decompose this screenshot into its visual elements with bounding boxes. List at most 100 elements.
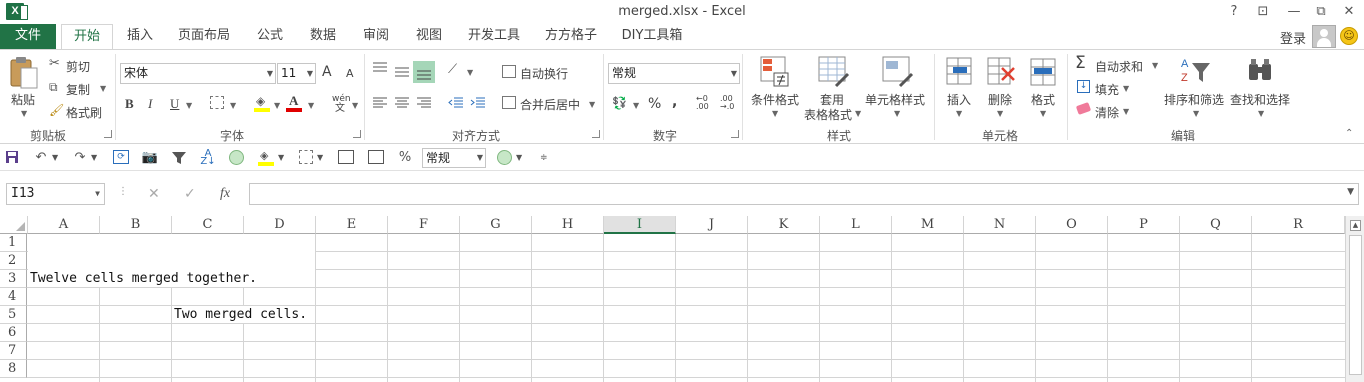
align-middle-icon[interactable] — [394, 66, 410, 78]
select-all-corner[interactable] — [0, 216, 28, 234]
format-cells-icon[interactable] — [368, 150, 384, 164]
redo-dropdown-icon[interactable]: ▼ — [91, 150, 97, 166]
comma-button[interactable]: , — [672, 94, 677, 110]
grow-font-button[interactable]: A — [322, 64, 332, 80]
column-header[interactable]: J — [676, 216, 748, 234]
scrollbar-thumb[interactable] — [1349, 235, 1362, 375]
formula-input[interactable]: ▼ — [249, 183, 1359, 205]
font-name-combo[interactable]: 宋体 ▼ — [120, 63, 276, 84]
column-header[interactable]: L — [820, 216, 892, 234]
font-color-dropdown-icon[interactable]: ▼ — [308, 101, 314, 110]
cancel-entry-button[interactable]: ✕ — [148, 186, 160, 202]
orientation-icon[interactable]: ⟋ — [448, 62, 457, 77]
align-bottom-icon[interactable] — [413, 61, 435, 83]
borders-dropdown-icon[interactable]: ▼ — [230, 101, 236, 110]
shrink-font-button[interactable]: A — [346, 67, 354, 80]
number-format-combo[interactable]: 常规 ▼ — [608, 63, 740, 84]
tab-fangfang[interactable]: 方方格子 — [539, 24, 603, 49]
column-header[interactable]: E — [316, 216, 388, 234]
minimize-icon[interactable]: — — [1285, 3, 1303, 21]
insert-function-button[interactable]: fx — [220, 186, 230, 202]
refresh-icon[interactable]: ⟳ — [113, 150, 129, 164]
column-header[interactable]: F — [388, 216, 460, 234]
column-header[interactable]: H — [532, 216, 604, 234]
avatar[interactable] — [1312, 25, 1336, 48]
expand-formula-bar-icon[interactable]: ▼ — [1347, 187, 1354, 197]
undo-dropdown-icon[interactable]: ▼ — [52, 150, 58, 166]
save-icon[interactable] — [5, 150, 19, 166]
column-header-selected[interactable]: I — [604, 216, 676, 234]
currency-icon[interactable]: 💱 — [612, 96, 627, 110]
font-launcher-icon[interactable] — [353, 130, 361, 138]
column-header[interactable]: Q — [1180, 216, 1252, 234]
align-center-icon[interactable] — [394, 97, 410, 109]
name-box[interactable]: I13 ▼ — [6, 183, 105, 205]
number-launcher-icon[interactable] — [731, 130, 739, 138]
percent-button[interactable]: % — [648, 96, 661, 112]
fill-color-icon[interactable]: ◈ — [254, 94, 270, 112]
column-header[interactable]: O — [1036, 216, 1108, 234]
shape-dropdown-icon[interactable]: ▼ — [516, 150, 522, 166]
decrease-indent-icon[interactable] — [448, 97, 464, 109]
row-header[interactable]: 2 — [0, 252, 27, 270]
font-color-button[interactable]: A — [286, 93, 302, 112]
filter-icon[interactable] — [171, 150, 187, 166]
login-link[interactable]: 登录 — [1280, 28, 1306, 47]
tab-page-layout[interactable]: 页面布局 — [172, 24, 236, 49]
increase-indent-icon[interactable] — [470, 97, 486, 109]
orientation-dropdown-icon[interactable]: ▼ — [467, 68, 473, 77]
borders-dropdown-icon[interactable]: ▼ — [317, 150, 323, 166]
phonetic-button[interactable]: wén 文 — [332, 94, 351, 114]
align-top-icon[interactable] — [372, 62, 388, 74]
tab-view[interactable]: 视图 — [409, 24, 449, 49]
decrease-decimal-icon[interactable]: .00 →.0 — [720, 95, 734, 111]
color-circle-icon[interactable] — [229, 150, 244, 165]
underline-dropdown-icon[interactable]: ▼ — [186, 101, 192, 110]
column-header[interactable]: B — [100, 216, 172, 234]
sort-az-icon[interactable]: A Z↓ — [199, 149, 217, 167]
confirm-entry-button[interactable]: ✓ — [184, 186, 196, 202]
redo-icon[interactable]: ↷ — [72, 150, 88, 166]
column-header[interactable]: C — [172, 216, 244, 234]
align-left-icon[interactable] — [372, 97, 388, 109]
tab-file[interactable]: 文件 — [0, 24, 56, 49]
font-size-combo[interactable]: 11 ▼ — [277, 63, 316, 84]
formula-bar-splitter-icon[interactable]: ⋮ — [118, 186, 128, 197]
qat-number-format-combo[interactable]: 常规 ▼ — [422, 148, 486, 168]
phonetic-dropdown-icon[interactable]: ▼ — [352, 101, 358, 110]
percent-style-button[interactable]: % — [397, 150, 413, 166]
ribbon-display-options-icon[interactable]: ⊡ — [1254, 3, 1272, 21]
fill-color-icon[interactable]: ◈ — [258, 149, 274, 166]
row-header[interactable]: 1 — [0, 234, 27, 252]
increase-decimal-icon[interactable]: ←0.00 — [696, 95, 709, 111]
tab-developer[interactable]: 开发工具 — [462, 24, 526, 49]
column-header[interactable]: D — [244, 216, 316, 234]
fill-color-dropdown-icon[interactable]: ▼ — [278, 150, 284, 166]
column-header[interactable]: A — [28, 216, 100, 234]
column-header[interactable]: P — [1108, 216, 1180, 234]
row-header[interactable]: 8 — [0, 360, 27, 378]
alignment-launcher-icon[interactable] — [592, 130, 600, 138]
help-button[interactable]: ? — [1225, 3, 1243, 21]
customize-qat-icon[interactable]: ≑ — [540, 150, 548, 166]
column-header[interactable]: G — [460, 216, 532, 234]
tab-home[interactable]: 开始 — [61, 24, 113, 50]
collapse-ribbon-icon[interactable]: ⌃ — [1345, 128, 1353, 139]
undo-icon[interactable]: ↶ — [33, 150, 49, 166]
vertical-scrollbar[interactable]: ▲ — [1345, 216, 1364, 382]
fill-color-dropdown-icon[interactable]: ▼ — [274, 101, 280, 110]
merge-cells-icon[interactable] — [338, 150, 354, 164]
row-header[interactable]: 4 — [0, 288, 27, 306]
feedback-smiley-icon[interactable]: ☺ — [1340, 27, 1358, 45]
borders-icon[interactable] — [210, 96, 224, 109]
restore-icon[interactable]: ⧉ — [1312, 3, 1330, 21]
column-header[interactable]: M — [892, 216, 964, 234]
bold-button[interactable]: B — [125, 96, 134, 112]
underline-button[interactable]: U — [170, 96, 179, 112]
shape-circle-icon[interactable] — [497, 150, 512, 165]
row-header[interactable]: 6 — [0, 324, 27, 342]
row-header[interactable]: 3 — [0, 270, 27, 288]
borders-icon[interactable] — [299, 150, 313, 164]
row-header[interactable]: 7 — [0, 342, 27, 360]
row-header[interactable]: 5 — [0, 306, 27, 324]
